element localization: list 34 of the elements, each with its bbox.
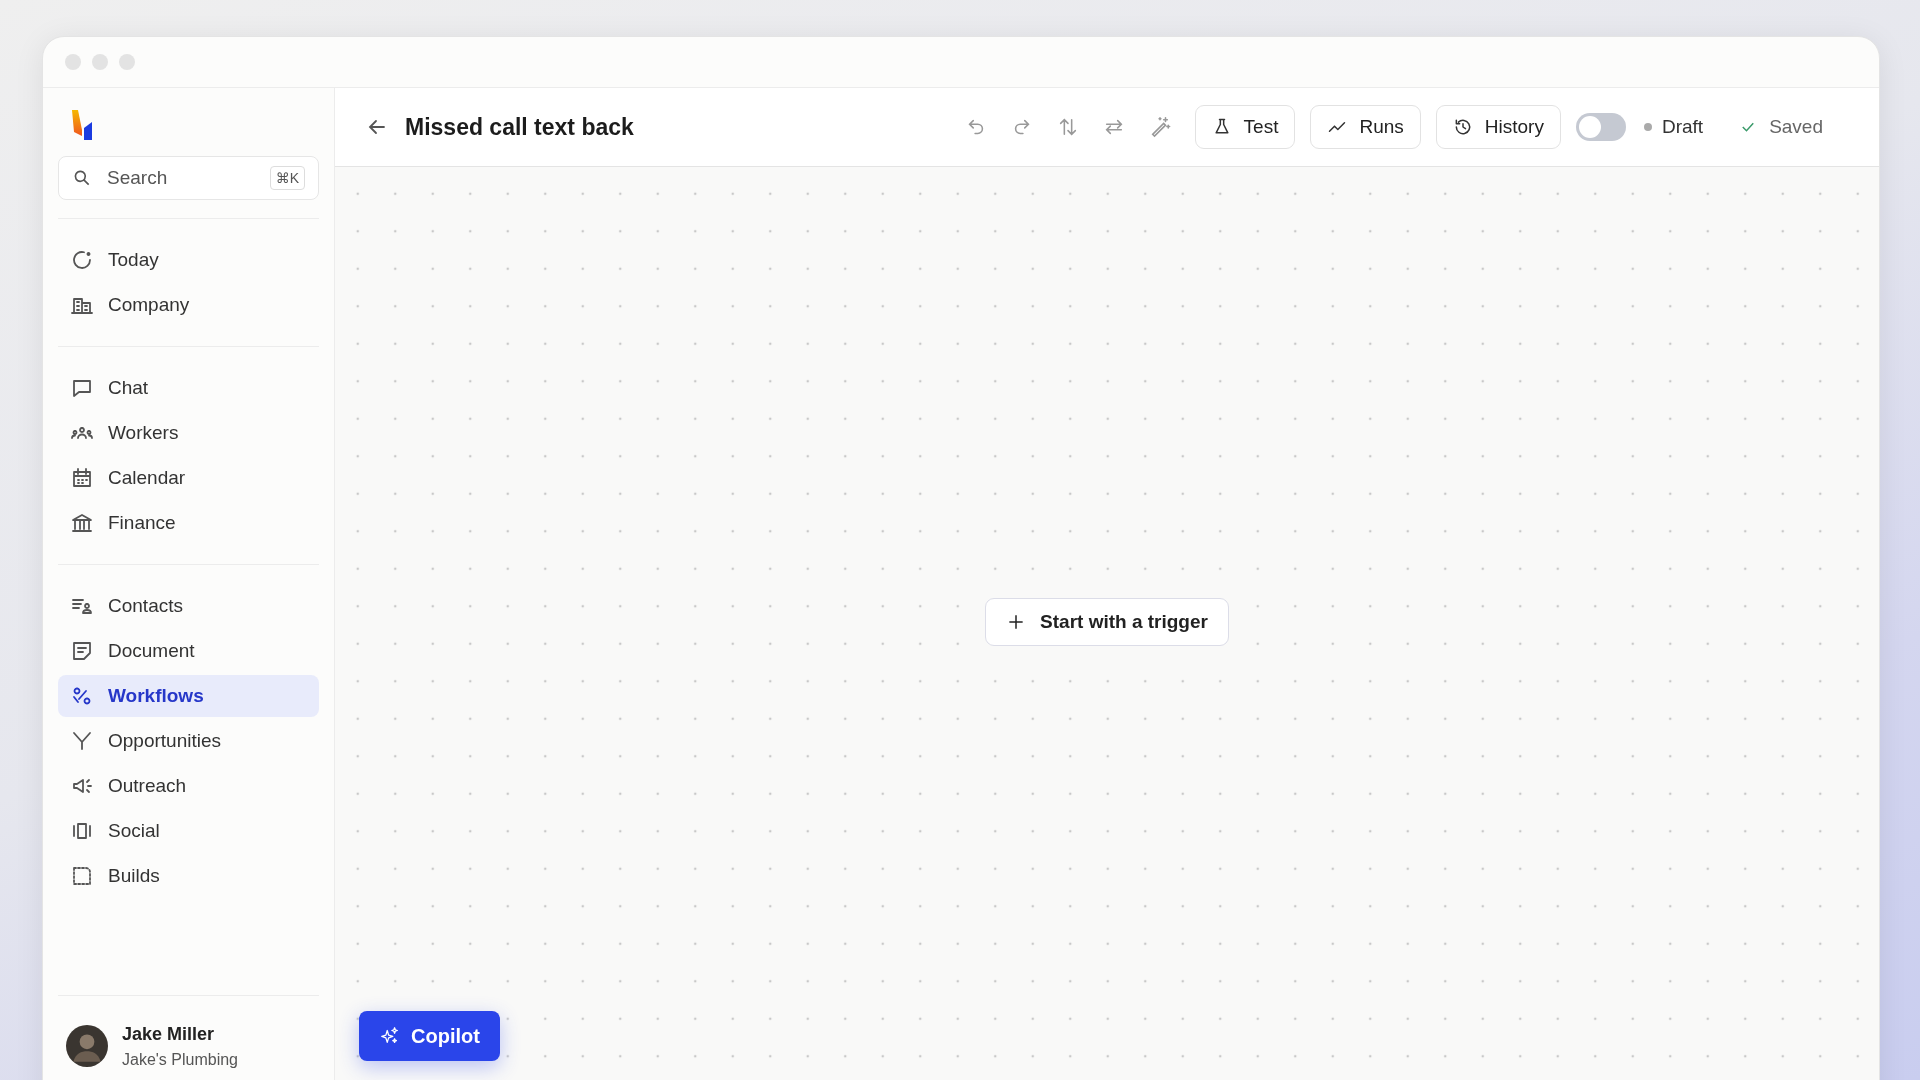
toolbar-button[interactable]: Runs xyxy=(1310,105,1421,149)
toolbar-button[interactable]: Test xyxy=(1194,105,1296,149)
sidebar-item[interactable]: Social xyxy=(58,810,319,852)
sidebar-item[interactable]: Outreach xyxy=(58,765,319,807)
draft-status: Draft xyxy=(1661,116,1704,138)
dashed-square-icon xyxy=(70,864,94,888)
refresh-icon xyxy=(70,248,94,272)
user-name: Jake Miller xyxy=(122,1023,216,1045)
sidebar-item[interactable]: Contacts xyxy=(58,585,319,627)
workflow-title: Missed call text back xyxy=(405,113,634,141)
sidebar-item[interactable]: Finance xyxy=(58,502,319,544)
logo-icon xyxy=(70,108,94,142)
search-icon xyxy=(72,168,92,188)
sidebar-item[interactable]: Workflows xyxy=(58,675,319,717)
saved-status: Saved xyxy=(1769,116,1823,138)
sidebar-item[interactable]: Company xyxy=(58,284,319,326)
shortcut-hint: ⌘K xyxy=(269,166,305,190)
status-dot xyxy=(1643,123,1652,131)
start-trigger-button[interactable]: Start with a trigger xyxy=(985,598,1229,646)
toolbar-button[interactable]: History xyxy=(1435,105,1561,149)
bank-icon xyxy=(70,511,94,535)
copilot-button[interactable]: Copilot xyxy=(359,1011,500,1061)
document-icon xyxy=(70,639,94,663)
sidebar-item[interactable]: Builds xyxy=(58,855,319,897)
company-name: Jake's Plumbing xyxy=(122,1050,238,1069)
sidebar-item[interactable]: Opportunities xyxy=(58,720,319,762)
toggle-switch[interactable] xyxy=(1575,113,1626,141)
avatar-icon xyxy=(66,1025,108,1067)
sidebar-item[interactable]: Workers xyxy=(58,412,319,454)
calendar-icon xyxy=(70,466,94,490)
sidebar-item[interactable]: Calendar xyxy=(58,457,319,499)
sidebar-item[interactable]: Document xyxy=(58,630,319,672)
sidebar-item[interactable]: Today xyxy=(58,239,319,281)
sidebar-item[interactable]: Chat xyxy=(58,367,319,409)
